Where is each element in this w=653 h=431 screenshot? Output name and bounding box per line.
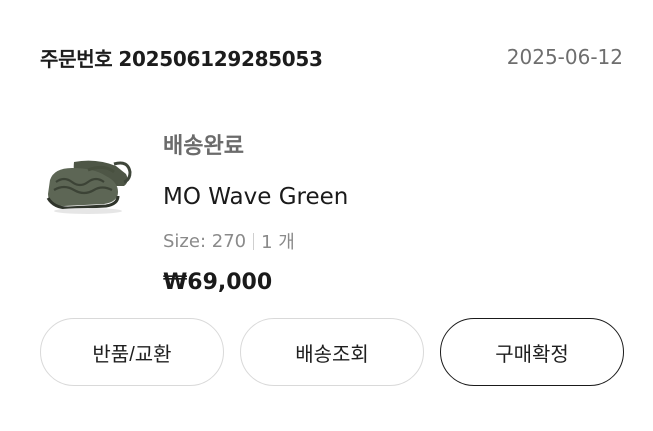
order-number-label: 주문번호 [40, 46, 113, 71]
option-divider [253, 232, 255, 250]
order-product[interactable]: 배송완료 MO Wave Green Size: 270 1 개 ₩69,000 [40, 118, 623, 298]
order-actions: 반품/교환 배송조회 구매확정 [40, 318, 624, 388]
order-header: 주문번호 202506129285053 2025-06-12 [40, 40, 623, 74]
clog-sandal-icon [46, 160, 132, 214]
return-exchange-button[interactable]: 반품/교환 [40, 318, 224, 386]
product-thumbnail[interactable] [44, 152, 132, 216]
track-delivery-button[interactable]: 배송조회 [240, 318, 424, 386]
product-price: ₩69,000 [163, 270, 273, 295]
confirm-purchase-button[interactable]: 구매확정 [440, 318, 624, 386]
order-number-value: 202506129285053 [118, 46, 323, 71]
order-date: 2025-06-12 [506, 45, 623, 69]
delivery-status: 배송완료 [163, 134, 244, 159]
product-size: Size: 270 [163, 230, 247, 252]
product-info: 배송완료 MO Wave Green Size: 270 1 개 ₩69,000 [163, 118, 348, 295]
order-number: 주문번호 202506129285053 [40, 43, 323, 72]
product-name[interactable]: MO Wave Green [163, 184, 348, 210]
product-options: Size: 270 1 개 [163, 228, 348, 254]
product-quantity: 1 개 [261, 232, 295, 253]
